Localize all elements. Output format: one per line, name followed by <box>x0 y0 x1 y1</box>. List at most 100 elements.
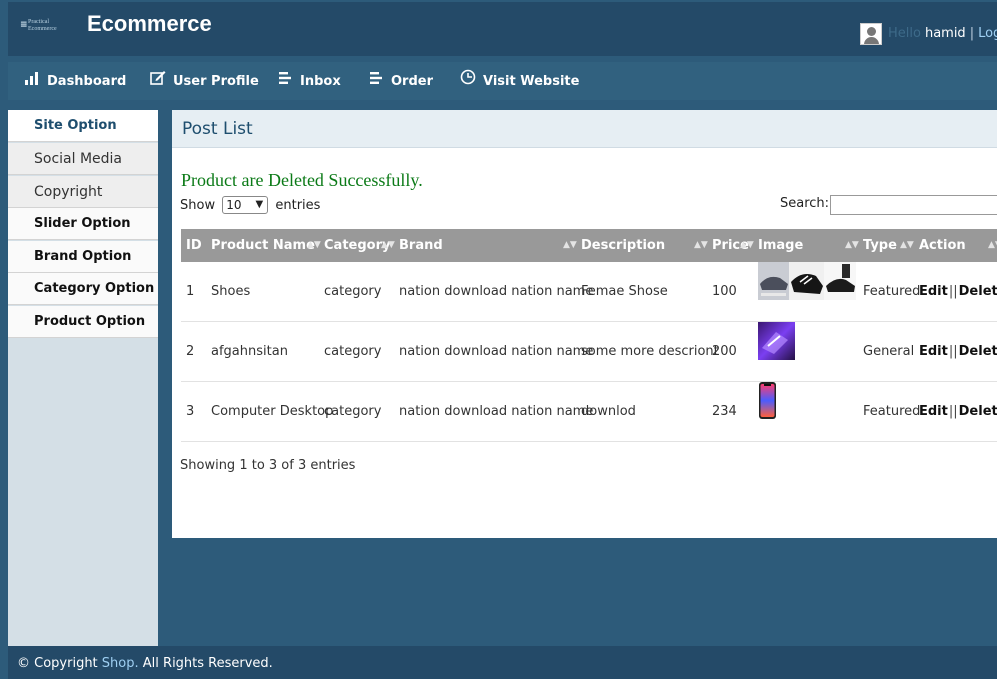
cell-id: 1 <box>186 284 195 299</box>
app-title: Ecommerce <box>87 11 212 36</box>
edit-link[interactable]: Edit <box>919 404 948 419</box>
panel-header: Post List <box>172 110 997 148</box>
delete-link[interactable]: Delete <box>959 344 997 359</box>
sort-icon[interactable]: ▲▼ <box>381 229 395 262</box>
nav-label: Visit Website <box>483 74 580 89</box>
nav-user-profile[interactable]: User Profile <box>149 62 259 100</box>
sort-icon[interactable]: ▲▼ <box>845 229 859 262</box>
user-avatar-icon[interactable] <box>860 23 882 45</box>
logout-link[interactable]: Logout <box>978 26 997 41</box>
cell-type: Featured <box>863 284 921 299</box>
nav-dashboard[interactable]: Dashboard <box>23 62 126 100</box>
greeting-text: Hello <box>888 26 921 41</box>
sidebar-item-social-media[interactable]: Social Media <box>8 143 158 175</box>
footer: © Copyright Shop. All Rights Reserved. <box>8 646 997 679</box>
page-title: Post List <box>182 119 253 139</box>
chevron-down-icon: ▼ <box>255 199 264 210</box>
sort-icon[interactable]: ▲▼ <box>694 229 708 262</box>
cell-action: Edit||Delete <box>919 382 997 441</box>
copyright-text: © Copyright Shop. All Rights Reserved. <box>17 656 273 671</box>
product-image-shoes <box>758 262 856 300</box>
sort-icon[interactable]: ▲▼ <box>988 229 997 262</box>
column-header-product-name[interactable]: Product Name <box>211 229 315 262</box>
nav-order[interactable]: Order <box>367 62 433 100</box>
list-icon <box>367 62 385 100</box>
cell-price: 234 <box>712 404 737 419</box>
cell-type: General <box>863 344 915 359</box>
site-logo[interactable]: ≡ Practical Ecommerce <box>18 16 68 40</box>
product-image-computer-desktop <box>758 382 778 420</box>
cell-price: 100 <box>712 284 737 299</box>
table-row: 2 afgahnsitan category nation download n… <box>181 322 997 382</box>
cell-product-name: Shoes <box>211 284 251 299</box>
cell-product-name: Computer Desktop <box>211 404 334 419</box>
entries-length-control: Show 10 ▼ entries <box>180 196 320 214</box>
nav-label: User Profile <box>173 74 259 89</box>
delete-link[interactable]: Delete <box>959 284 997 299</box>
entries-select[interactable]: 10 ▼ <box>222 196 269 214</box>
cell-category: category <box>324 404 382 419</box>
post-list-panel: Post List Product are Deleted Successful… <box>172 110 997 538</box>
search-input[interactable] <box>830 195 997 215</box>
edit-link[interactable]: Edit <box>919 344 948 359</box>
cell-brand: nation download nation name <box>399 284 594 299</box>
sidebar-item-copyright[interactable]: Copyright <box>8 176 158 208</box>
cell-type: Featured <box>863 404 921 419</box>
cell-action: Edit||Delete <box>919 322 997 381</box>
cell-category: category <box>324 284 382 299</box>
cell-price: 200 <box>712 344 737 359</box>
sidebar-item-brand-option[interactable]: Brand Option <box>8 241 158 273</box>
nav-label: Order <box>391 74 433 89</box>
entries-label: entries <box>275 198 321 213</box>
globe-icon <box>459 62 477 100</box>
delete-link[interactable]: Delete <box>959 404 997 419</box>
column-header-description[interactable]: Description <box>581 229 665 262</box>
column-header-type[interactable]: Type <box>863 229 897 262</box>
product-image-afgahnsitan <box>758 322 795 360</box>
main-nav: Dashboard User Profile Inbox Order Visit… <box>8 62 997 100</box>
logo-mark-icon: ≡ <box>20 20 28 30</box>
cell-description: Femae Shose <box>581 284 668 299</box>
sidebar-item-slider-option[interactable]: Slider Option <box>8 208 158 240</box>
username[interactable]: hamid <box>925 26 966 41</box>
sidebar: Site Option Social Media Copyright Slide… <box>8 110 158 646</box>
table-row: 3 Computer Desktop category nation downl… <box>181 382 997 442</box>
column-header-brand[interactable]: Brand <box>399 229 443 262</box>
bar-chart-icon <box>23 62 41 100</box>
nav-label: Dashboard <box>47 74 127 89</box>
edit-link[interactable]: Edit <box>919 284 948 299</box>
cell-id: 2 <box>186 344 195 359</box>
table-header: ID Product Name ▲▼ Category ▲▼ Brand ▲▼ … <box>181 229 997 262</box>
cell-id: 3 <box>186 404 195 419</box>
search-label: Search: <box>780 196 830 211</box>
logo-text: Practical Ecommerce <box>28 19 57 32</box>
sort-icon[interactable]: ▲▼ <box>900 229 914 262</box>
sidebar-item-category-option[interactable]: Category Option <box>8 273 158 305</box>
table-info: Showing 1 to 3 of 3 entries <box>180 458 356 473</box>
sort-icon[interactable]: ▲▼ <box>563 229 577 262</box>
column-header-image[interactable]: Image <box>758 229 803 262</box>
nav-label: Inbox <box>300 74 341 89</box>
table-row: 1 Shoes category nation download nation … <box>181 262 997 322</box>
list-icon <box>276 62 294 100</box>
sort-icon[interactable]: ▲▼ <box>307 229 321 262</box>
cell-description: some more descriont <box>581 344 719 359</box>
cell-product-name: afgahnsitan <box>211 344 288 359</box>
cell-action: Edit||Delete <box>919 262 997 321</box>
nav-visit-website[interactable]: Visit Website <box>459 62 579 100</box>
success-message: Product are Deleted Successfully. <box>181 170 423 190</box>
sidebar-item-product-option[interactable]: Product Option <box>8 306 158 338</box>
sort-icon[interactable]: ▲▼ <box>740 229 754 262</box>
nav-inbox[interactable]: Inbox <box>276 62 341 100</box>
user-separator: | <box>969 26 975 41</box>
show-label: Show <box>180 198 216 213</box>
column-header-id[interactable]: ID <box>186 229 202 262</box>
cell-brand: nation download nation name <box>399 344 594 359</box>
footer-brand-link[interactable]: Shop. <box>102 656 139 671</box>
edit-icon <box>149 62 167 100</box>
user-menu: Hello hamid|Logout <box>888 26 997 41</box>
sidebar-item-site-option[interactable]: Site Option <box>8 110 158 142</box>
top-header: ≡ Practical Ecommerce Ecommerce Hello ham… <box>8 2 997 56</box>
column-header-action[interactable]: Action <box>919 229 966 262</box>
cell-category: category <box>324 344 382 359</box>
